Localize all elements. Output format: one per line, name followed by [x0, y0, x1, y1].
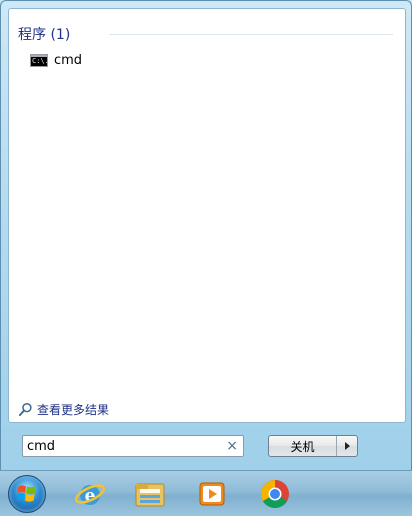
- group-divider: [109, 34, 393, 35]
- clear-search-icon[interactable]: ×: [226, 438, 238, 454]
- folder-icon: [135, 483, 165, 507]
- cmd-icon-text: C:\.: [32, 56, 49, 65]
- chevron-right-icon: [344, 442, 350, 450]
- start-orb[interactable]: [8, 475, 46, 513]
- result-label: cmd: [54, 52, 83, 68]
- taskbar-file-explorer[interactable]: [132, 476, 168, 512]
- magnifier-icon: [18, 402, 32, 416]
- windows-logo-icon: [16, 485, 36, 502]
- chrome-icon: [261, 480, 289, 508]
- taskbar: e: [0, 470, 412, 516]
- taskbar-media-player[interactable]: [194, 476, 230, 512]
- taskbar-internet-explorer[interactable]: e: [72, 476, 108, 512]
- search-box[interactable]: ×: [22, 435, 244, 457]
- media-player-icon: [199, 482, 225, 506]
- result-item-cmd[interactable]: C:\. cmd: [23, 49, 243, 71]
- shutdown-options-button[interactable]: [337, 436, 357, 456]
- programs-group-title: 程序 (1): [18, 27, 71, 43]
- search-input[interactable]: [27, 437, 217, 455]
- taskbar-chrome[interactable]: [257, 476, 293, 512]
- see-more-results-link[interactable]: 查看更多结果: [18, 399, 109, 419]
- see-more-label: 查看更多结果: [37, 402, 110, 417]
- shutdown-button-group: 关机: [268, 435, 358, 457]
- cmd-icon: C:\.: [30, 53, 49, 67]
- shutdown-button[interactable]: 关机: [269, 436, 337, 456]
- search-results-panel: 程序 (1) C:\. cmd 查看更多结果: [8, 8, 406, 423]
- start-menu: 程序 (1) C:\. cmd 查看更多结果 × 关机: [0, 0, 412, 470]
- internet-explorer-icon: e: [74, 484, 106, 506]
